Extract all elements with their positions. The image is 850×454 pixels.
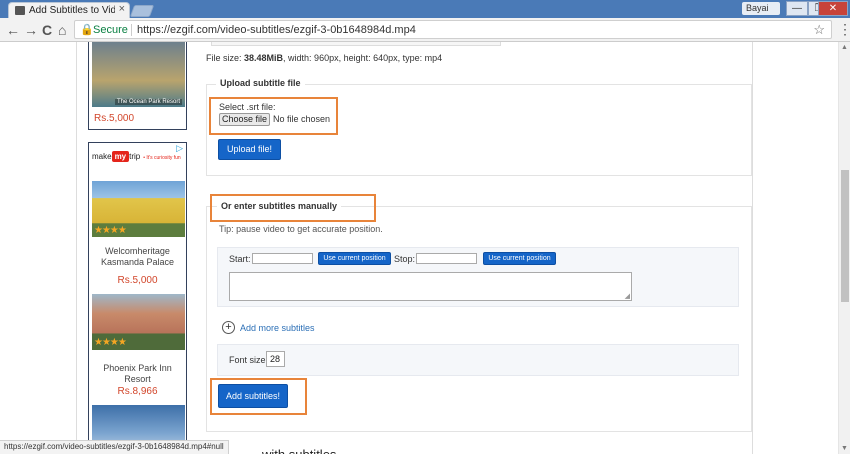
makemytrip-logo: make my trip • It's curiosity fun [92, 151, 181, 162]
file-size-value: 38.48MiB [244, 53, 284, 63]
file-size-prefix: File size: [206, 53, 245, 63]
file-input-highlight [209, 97, 338, 135]
font-size-row [217, 344, 739, 376]
upload-legend: Upload subtitle file [216, 78, 305, 88]
file-dimensions: , width: 960px, height: 640px, type: mp4 [283, 53, 443, 63]
font-size-input[interactable]: 28 [266, 351, 285, 367]
section-heading: with subtitles [262, 444, 336, 454]
manual-legend-highlight [210, 194, 376, 222]
home-icon[interactable]: ⌂ [58, 21, 66, 39]
secure-label: Secure [93, 24, 128, 36]
stop-use-current-button[interactable]: Use current position [483, 252, 556, 265]
start-label: Start: [229, 254, 251, 264]
brand-my: my [111, 151, 130, 162]
sidebar-ad-makemytrip[interactable]: ▷ make my trip • It's curiosity fun ★★★★ We… [88, 142, 187, 454]
profile-button[interactable]: Bayai [742, 2, 780, 15]
browser-toolbar: ← → C ⌂ 🔒 Secure https://ezgif.com/video… [0, 18, 850, 42]
hotel-name[interactable]: Phoenix Park Inn Resort [89, 363, 186, 385]
scroll-down-icon[interactable]: ▼ [841, 445, 848, 452]
page-scrollbar[interactable]: ▲ ▼ [838, 42, 850, 454]
add-circle-icon[interactable]: + [222, 321, 235, 334]
status-bar: https://ezgif.com/video-subtitles/ezgif-… [0, 440, 229, 454]
sidebar-ad-ocean-park[interactable]: The Ocean Park Resort Rs.5,000 [88, 42, 187, 130]
hotel-price: Rs.5,000 [117, 275, 158, 286]
browser-menu-icon[interactable]: ⋮ [838, 21, 850, 38]
scroll-up-icon[interactable]: ▲ [841, 44, 848, 51]
browser-tab[interactable]: Add Subtitles to Video o × [8, 2, 130, 18]
brand-trip: trip [129, 152, 141, 161]
ezgif-favicon-icon [15, 6, 25, 15]
stop-time-input[interactable] [416, 253, 477, 264]
browser-titlebar: Add Subtitles to Video o × Bayai — ❐ ✕ [0, 0, 850, 18]
bookmark-star-icon[interactable]: ☆ [813, 22, 825, 38]
brand-tagline: • It's curiosity fun [143, 155, 181, 161]
brand-make: make [92, 152, 112, 161]
hotel-photo [92, 42, 185, 107]
tab-close-icon[interactable]: × [119, 3, 125, 15]
scrollbar-thumb[interactable] [841, 170, 849, 302]
file-info: File size: 38.48MiB, width: 960px, heigh… [206, 53, 442, 63]
video-player-controls [211, 42, 501, 46]
tab-title: Add Subtitles to Video o [29, 5, 115, 16]
reload-icon[interactable]: C [42, 21, 52, 39]
minimize-button[interactable]: — [786, 1, 808, 16]
back-icon[interactable]: ← [6, 21, 20, 39]
resize-handle-icon[interactable]: ◢ [625, 292, 630, 300]
hotel-caption: The Ocean Park Resort [114, 99, 182, 105]
hotel-rating-stars: ★★★★ [94, 337, 127, 348]
divider [131, 24, 132, 36]
hotel-name[interactable]: Welcomheritage Kasmanda Palace [89, 246, 186, 268]
page-viewport: The Ocean Park Resort Rs.5,000 ▷ make my t… [0, 42, 838, 454]
start-time-input[interactable] [252, 253, 313, 264]
forward-icon[interactable]: → [24, 21, 38, 39]
address-bar[interactable]: 🔒 Secure https://ezgif.com/video-subtitl… [74, 20, 832, 39]
new-tab-button[interactable] [129, 5, 155, 17]
hotel-rating-stars: ★★★★ [94, 225, 127, 236]
upload-file-button[interactable]: Upload file! [218, 139, 281, 160]
hotel-price: Rs.8,966 [117, 386, 158, 397]
subtitle-text-area[interactable]: ◢ [229, 272, 632, 301]
font-size-label: Font size: [229, 355, 269, 365]
close-window-button[interactable]: ✕ [818, 1, 848, 16]
start-use-current-button[interactable]: Use current position [318, 252, 391, 265]
tip-text: Tip: pause video to get accurate positio… [219, 224, 383, 234]
add-subtitles-button[interactable]: Add subtitles! [218, 384, 288, 408]
url-text[interactable]: https://ezgif.com/video-subtitles/ezgif-… [137, 24, 416, 36]
lock-icon: 🔒 [80, 24, 94, 36]
stop-label: Stop: [394, 254, 416, 264]
hotel-price: Rs.5,000 [94, 113, 135, 124]
add-more-subtitles-link[interactable]: Add more subtitles [240, 323, 315, 333]
